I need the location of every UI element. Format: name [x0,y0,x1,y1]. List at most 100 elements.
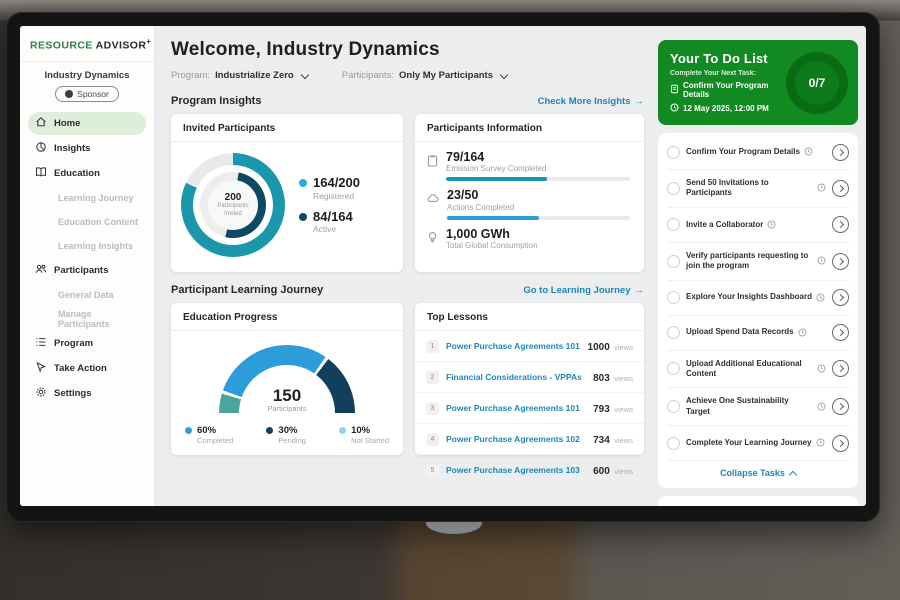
task-row-verify-participants[interactable]: Verify participants requesting to join t… [667,243,849,281]
sidebar-item-manage-participants[interactable]: Manage Participants [28,308,146,330]
program-select[interactable]: Program: Industrialize Zero [171,70,308,81]
list-icon [35,336,47,351]
sidebar-item-home[interactable]: Home [28,112,146,135]
checkbox-circle-icon[interactable] [667,400,680,413]
sidebar-item-participants[interactable]: Participants [28,259,146,282]
collapse-tasks-button[interactable]: Collapse Tasks [667,461,849,486]
card-title: Participants Information [415,114,644,142]
main-content: Welcome, Industry Dynamics Program: Indu… [155,26,656,506]
task-row-achieve-target[interactable]: Achieve One Sustainability Target [667,388,849,426]
lesson-row: 1 Power Purchase Agreements 101 1000 vie… [415,331,644,362]
go-to-learning-journey-link[interactable]: Go to Learning Journey → [523,285,644,296]
checkbox-circle-icon[interactable] [667,362,680,375]
task-open-button[interactable] [832,216,849,233]
lesson-rank: 1 [426,340,439,353]
sidebar-item-label: General Data [58,290,114,300]
task-label: Complete Your Learning Journey [686,438,812,448]
task-row-explore-insights[interactable]: Explore Your Insights Dashboard [667,281,849,316]
sidebar-item-insights[interactable]: Insights [28,137,146,160]
task-row-confirm-program[interactable]: Confirm Your Program Details [667,135,849,170]
checkbox-circle-icon[interactable] [667,291,680,304]
donut-inner-ring: 200 Participants Invited [200,172,266,238]
task-open-button[interactable] [832,253,849,270]
card-title: Education Progress [171,303,403,331]
todo-progress-value: 0/7 [809,76,826,90]
task-open-button[interactable] [832,180,849,197]
lesson-link[interactable]: Power Purchase Agreements 101 [446,341,581,351]
task-row-upload-educational-content[interactable]: Upload Additional Educational Content [667,351,849,389]
sidebar-item-learning-insights[interactable]: Learning Insights [28,235,146,257]
sidebar-item-program[interactable]: Program [28,332,146,355]
divider [20,61,154,62]
sidebar-item-learning-journey[interactable]: Learning Journey [28,187,146,209]
lesson-views-count: 803 [593,373,610,384]
org-name: Industry Dynamics [28,70,146,81]
sidebar-item-education[interactable]: Education [28,162,146,185]
metric-value: 79/164 [446,150,630,164]
task-label: Verify participants requesting to join t… [686,251,813,272]
checkbox-circle-icon[interactable] [667,326,680,339]
lesson-views-count: 600 [593,466,610,477]
task-open-button[interactable] [832,398,849,415]
sidebar-item-label: Program [54,338,93,349]
checkbox-circle-icon[interactable] [667,255,680,268]
progress-fill [447,216,539,220]
task-open-button[interactable] [832,435,849,452]
lesson-row: 5 Power Purchase Agreements 103 600 view… [415,455,644,485]
emission-survey-row: 79/164 Emission Survey Completed [427,150,630,181]
education-progress-gauge-chart: 150 Participants [219,345,355,413]
legend-item-registered: 164/200 Registered [299,176,360,200]
checkbox-circle-icon[interactable] [667,182,680,195]
task-open-button[interactable] [832,144,849,161]
checkbox-circle-icon[interactable] [667,437,680,450]
task-open-button[interactable] [832,360,849,377]
sidebar-item-label: Learning Insights [58,241,133,251]
clock-small-icon [817,179,826,197]
checkbox-circle-icon[interactable] [667,218,680,231]
sidebar-item-general-data[interactable]: General Data [28,284,146,306]
lesson-views-count: 793 [593,404,610,415]
sidebar-item-label: Insights [54,143,90,154]
program-insights-header: Program Insights Check More Insights → [171,95,644,107]
progress-track [447,216,630,220]
todo-datetime-label: 12 May 2025, 12:00 PM [683,104,769,113]
task-row-complete-learning-journey[interactable]: Complete Your Learning Journey [667,426,849,461]
check-more-insights-link[interactable]: Check More Insights → [538,96,644,107]
lesson-link[interactable]: Power Purchase Agreements 103 [446,465,586,475]
app-logo: RESOURCE ADVISOR+ [28,37,146,52]
arrow-right-icon: → [635,285,645,296]
task-label: Invite a Collaborator [686,220,763,230]
legend-value: 60% [197,425,233,436]
sidebar-item-label: Manage Participants [58,309,139,329]
donut-center-value: 200 [225,192,242,203]
lesson-views-suffix: views [614,467,633,476]
sidebar-item-settings[interactable]: Settings [28,382,146,405]
sidebar-item-label: Learning Journey [58,193,134,203]
card-title: Invited Participants [171,114,403,142]
collapse-tasks-label: Collapse Tasks [720,468,785,478]
gauge-legend: 60% Completed 30% Pending [171,413,403,445]
recent-news-title: Recent News [669,505,847,506]
task-open-button[interactable] [832,289,849,306]
task-row-invite-collaborator[interactable]: Invite a Collaborator [667,208,849,243]
lesson-rank: 3 [426,402,439,415]
participants-select[interactable]: Participants: Only My Participants [342,70,507,81]
todo-title: Your To Do List [670,51,780,66]
metric-label: Total Global Consumption [446,241,630,250]
card-title: Top Lessons [415,303,644,331]
todo-datetime: 12 May 2025, 12:00 PM [670,103,780,114]
lesson-link[interactable]: Financial Considerations - VPPAs [446,372,586,382]
task-open-button[interactable] [832,324,849,341]
checkbox-circle-icon[interactable] [667,146,680,159]
task-row-upload-spend-data[interactable]: Upload Spend Data Records [667,316,849,351]
todo-next-task: Confirm Your Program Details [670,81,780,99]
lesson-link[interactable]: Power Purchase Agreements 102 [446,434,586,444]
todo-progress-ring: 0/7 [786,52,848,114]
lesson-link[interactable]: Power Purchase Agreements 101 [446,403,586,413]
task-row-send-invitations[interactable]: Send 50 Invitations to Participants [667,170,849,208]
sidebar-item-education-content[interactable]: Education Content [28,211,146,233]
sidebar-item-take-action[interactable]: Take Action [28,357,146,380]
metric-value: 1,000 GWh [446,227,630,241]
pointer-icon [35,361,47,376]
task-label: Upload Additional Educational Content [686,359,813,380]
